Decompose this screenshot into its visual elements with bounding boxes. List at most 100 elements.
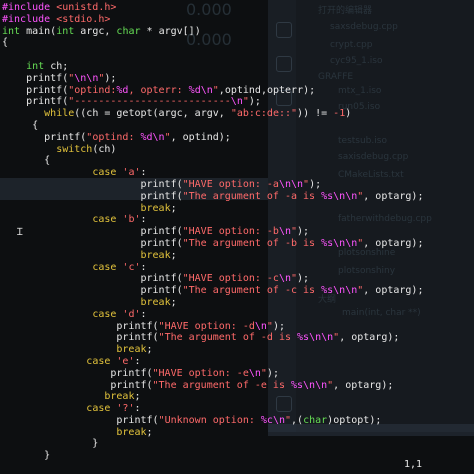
code-line[interactable] <box>2 49 472 61</box>
code-line[interactable]: break; <box>2 297 472 309</box>
code-token: 'e' <box>116 355 135 367</box>
code-token: "The argument of -e is <box>152 379 291 391</box>
code-line[interactable]: while((ch = getopt(argc, argv, "ab:c:de:… <box>2 108 472 120</box>
code-token: \n <box>230 96 243 108</box>
code-line[interactable]: printf("HAVE option: -e\n"); <box>2 368 472 380</box>
code-token: \n\n <box>74 72 99 84</box>
code-token: } <box>2 450 51 462</box>
code-token: printf( <box>2 190 183 202</box>
code-editor[interactable]: #include <unistd.h> #include <stdio.h> int… <box>2 2 472 462</box>
code-line[interactable]: int ch; <box>2 61 472 73</box>
code-token: ,( <box>291 414 304 426</box>
code-token: printf( <box>2 285 183 297</box>
code-line[interactable]: printf("HAVE option: -a\n\n"); <box>2 179 472 191</box>
code-token: int <box>56 25 81 37</box>
code-line[interactable]: case 'c': <box>2 262 472 274</box>
code-token: "HAVE option: -d <box>158 320 255 332</box>
code-line[interactable]: case 'e': <box>2 356 472 368</box>
code-token: \n\n <box>278 178 304 190</box>
code-token: )optopt); <box>327 414 382 426</box>
code-token: ); <box>266 367 279 379</box>
code-line[interactable]: printf("optind: %d\n", optind); <box>2 132 472 144</box>
code-token: "HAVE option: -e <box>152 367 249 379</box>
code-line[interactable]: int main(int argc, char * argv[]) <box>2 26 472 38</box>
code-token: { <box>2 155 51 167</box>
code-line[interactable]: case 'a': <box>2 167 472 179</box>
code-line[interactable]: case 'b': <box>2 214 472 226</box>
code-token: char <box>116 25 147 37</box>
code-token: \n <box>278 226 291 238</box>
code-token: "Unknown option: <box>158 414 261 426</box>
code-token: , optarg); <box>363 190 424 202</box>
code-line[interactable]: printf("The argument of -a is %s\n\n", o… <box>2 191 472 203</box>
code-token: ; <box>134 391 141 403</box>
code-token: : <box>134 403 141 415</box>
code-token: break <box>104 391 135 403</box>
code-token: ); <box>309 178 322 190</box>
code-line[interactable]: { <box>2 37 472 49</box>
code-token: * argv[]) <box>146 25 201 37</box>
code-line[interactable]: printf("The argument of -b is %s\n\n", o… <box>2 238 472 250</box>
code-line[interactable]: printf("Unknown option: %c\n",(char)opto… <box>2 415 472 427</box>
code-line[interactable]: case '?': <box>2 403 472 415</box>
code-token: , optarg); <box>333 379 394 391</box>
code-line[interactable]: break; <box>2 250 472 262</box>
code-token: "ab:c:de::" <box>230 108 298 120</box>
code-token: char <box>303 414 328 426</box>
code-token: printf( <box>2 367 153 379</box>
code-token: ; <box>170 249 177 261</box>
code-line[interactable]: printf("--------------------------\n"); <box>2 96 472 108</box>
code-token: , optarg); <box>363 285 424 297</box>
code-token: %s\n\n <box>321 237 358 249</box>
code-line[interactable]: printf("HAVE option: -c\n"); <box>2 273 472 285</box>
code-token: "HAVE option: -c <box>182 273 279 285</box>
code-token: ; <box>146 344 153 356</box>
code-line[interactable]: { <box>2 155 472 167</box>
code-line[interactable]: printf("The argument of -c is %s\n\n", o… <box>2 285 472 297</box>
code-line[interactable]: printf("The argument of -d is %s\n\n", o… <box>2 332 472 344</box>
code-token: printf( <box>2 414 159 426</box>
code-token: #include <box>2 2 57 13</box>
code-token: , optarg); <box>339 332 400 344</box>
code-token: "HAVE option: -b <box>182 226 279 238</box>
code-line[interactable]: printf("optind:%d, opterr: %d\n",optind,… <box>2 85 472 97</box>
code-line[interactable]: break; <box>2 391 472 403</box>
code-line[interactable]: printf("HAVE option: -b\n"); <box>2 226 472 238</box>
code-token: #include <box>2 13 57 25</box>
code-line[interactable]: case 'd': <box>2 309 472 321</box>
code-token: main( <box>26 25 57 37</box>
code-token: %d\n <box>188 84 213 96</box>
code-line[interactable]: #include <stdio.h> <box>2 14 472 26</box>
code-line[interactable]: #include <unistd.h> <box>2 2 472 14</box>
code-token: printf( <box>2 320 159 332</box>
code-line[interactable]: break; <box>2 203 472 215</box>
code-line[interactable]: printf("The argument of -e is %s\n\n", o… <box>2 380 472 392</box>
code-line[interactable]: printf("HAVE option: -d\n"); <box>2 321 472 333</box>
code-token: %s\n\n <box>321 190 358 202</box>
code-token: \n <box>248 367 261 379</box>
code-token: break <box>140 249 171 261</box>
code-token: int <box>26 60 51 72</box>
code-line[interactable]: switch(ch) <box>2 144 472 156</box>
code-token: <stdio.h> <box>56 13 111 25</box>
code-line[interactable]: break; <box>2 344 472 356</box>
code-token: case <box>86 403 117 415</box>
code-line[interactable]: printf("\n\n"); <box>2 73 472 85</box>
code-token: break <box>116 426 147 438</box>
code-line[interactable]: } <box>2 438 472 450</box>
code-token: ); <box>297 226 310 238</box>
code-token: { <box>2 119 39 131</box>
code-token: "The argument of -a is <box>182 190 322 202</box>
code-line[interactable]: } <box>2 450 472 462</box>
code-token: case <box>92 167 123 179</box>
code-token: %c\n <box>260 414 285 426</box>
code-line[interactable]: break; <box>2 427 472 439</box>
code-token: ; <box>170 296 177 308</box>
code-line[interactable]: { <box>2 120 472 132</box>
code-token: printf( <box>2 131 87 143</box>
